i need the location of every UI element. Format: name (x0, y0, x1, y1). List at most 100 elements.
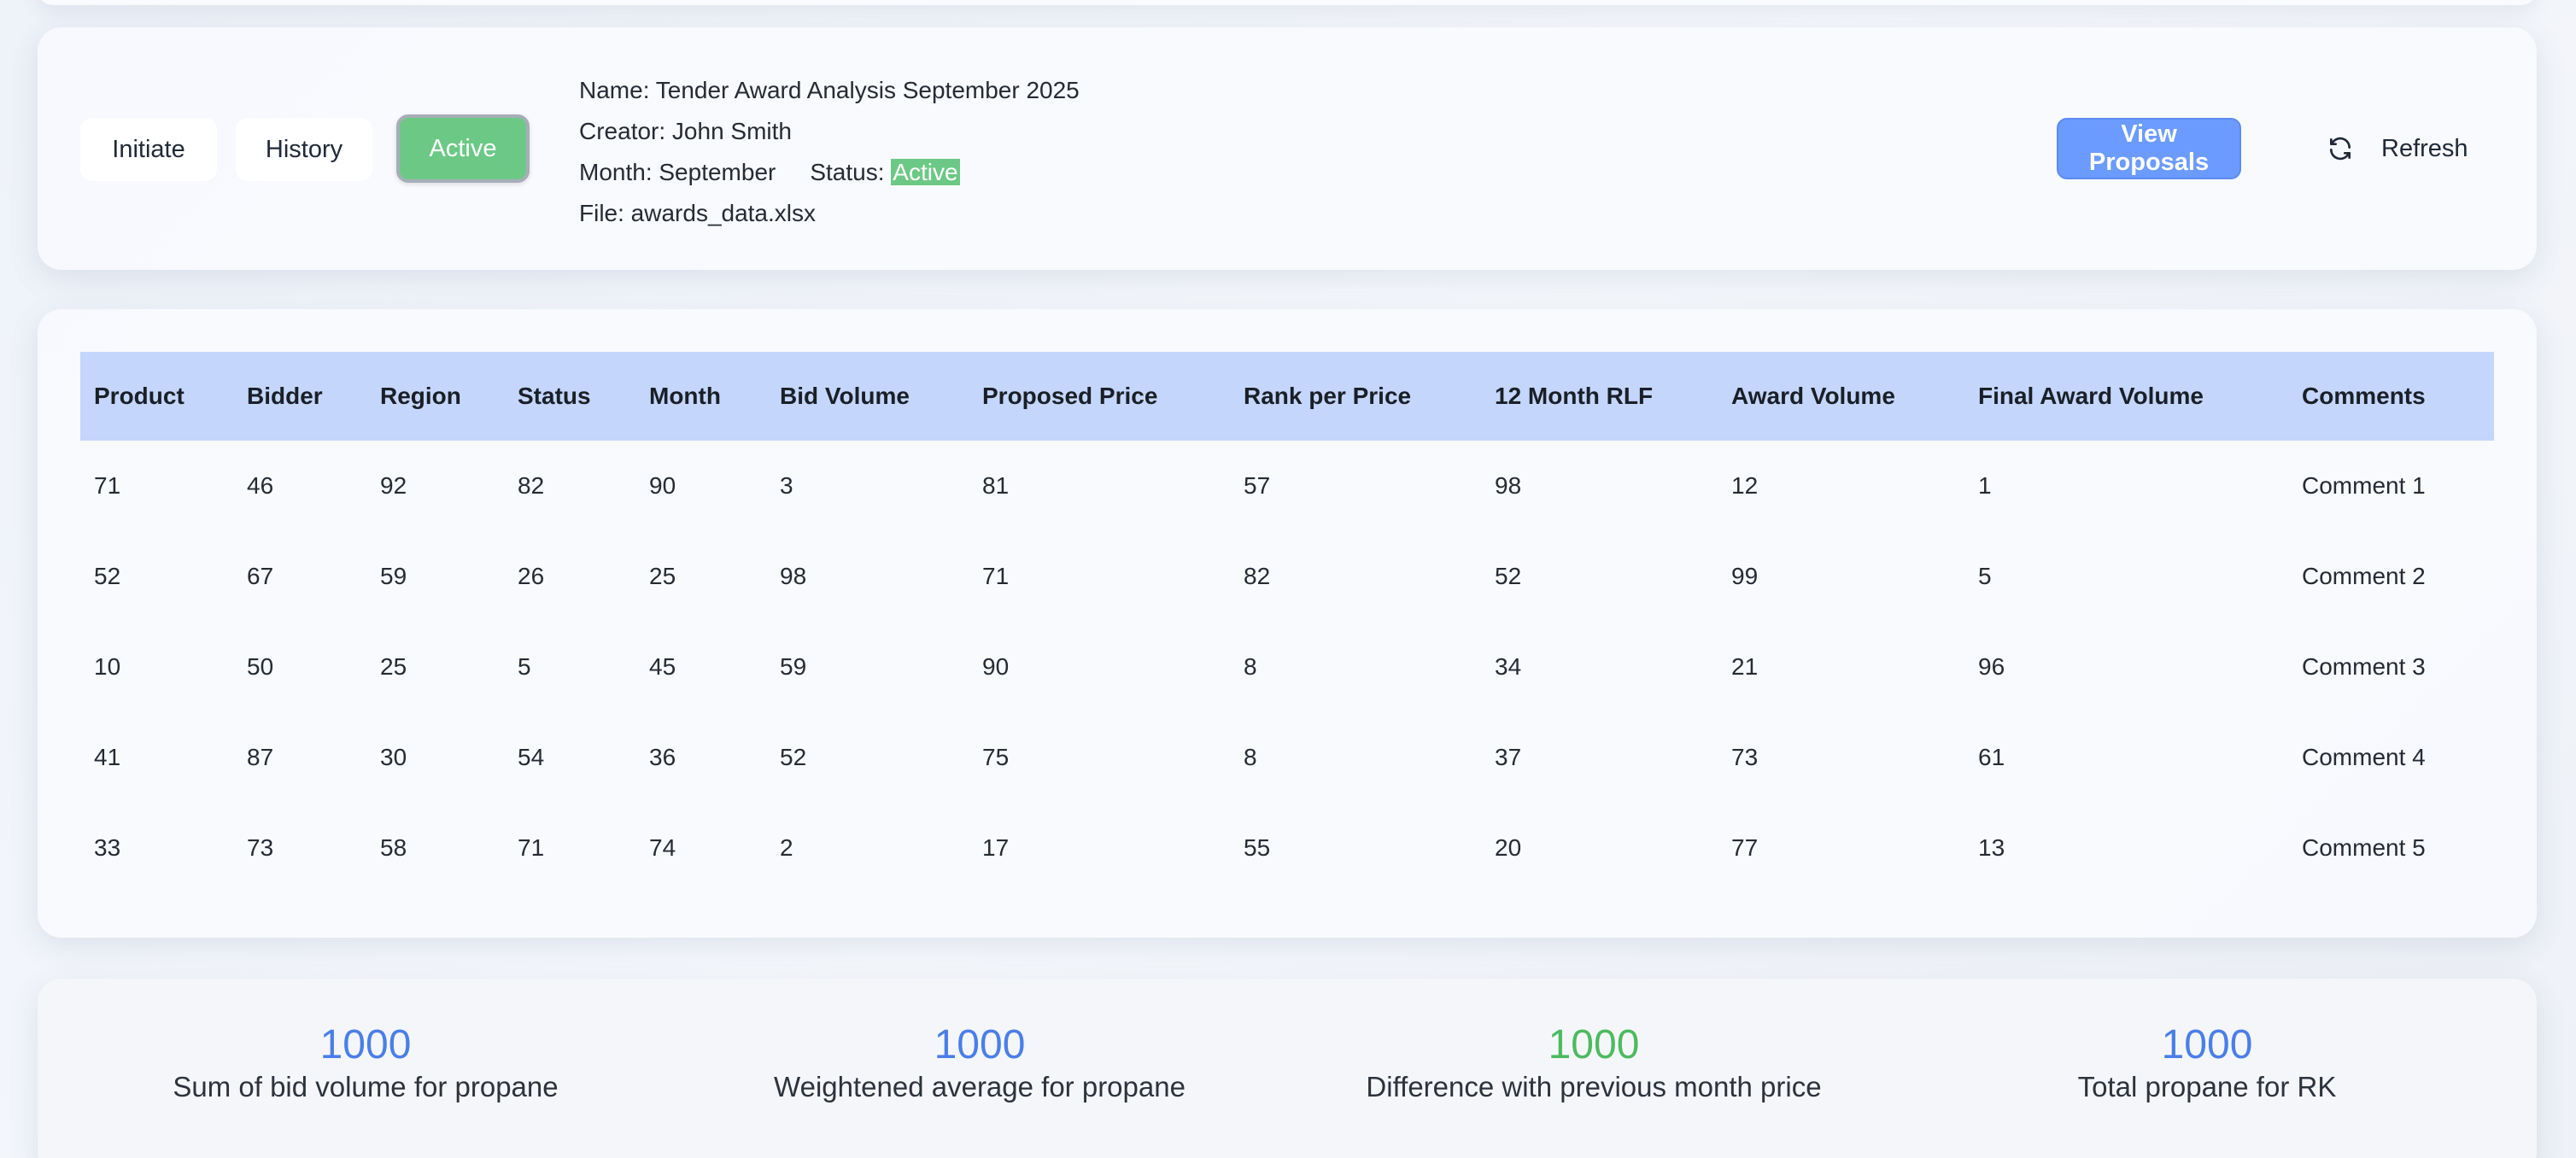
table-cell: 12 (1731, 472, 1759, 499)
table-cell: 46 (247, 472, 274, 499)
table-cell: Comment 1 (2302, 472, 2426, 499)
column-header[interactable]: Proposed Price (969, 352, 1230, 441)
table-cell: 99 (1731, 563, 1759, 589)
table-cell: 5 (518, 653, 531, 680)
table-cell: 25 (380, 653, 407, 680)
table-cell: 17 (982, 834, 1010, 861)
table-cell: 67 (247, 563, 274, 589)
column-header[interactable]: 12 Month RLF (1481, 352, 1718, 441)
analysis-creator: Creator: John Smith (579, 118, 792, 144)
table-cell: 59 (380, 563, 407, 589)
table-cell: 90 (649, 472, 676, 499)
column-header[interactable]: Month (635, 352, 766, 441)
stat-label: Weightened average for propane (774, 1071, 1186, 1102)
stat-label: Sum of bid volume for propane (173, 1071, 559, 1102)
table-cell: 34 (1495, 653, 1522, 680)
table-cell: 25 (649, 563, 676, 589)
tab-active[interactable]: Active (396, 114, 530, 183)
table-row[interactable]: 52 67 59 26 25 98 71 82 52 99 5 Comment … (80, 531, 2494, 622)
stat-total-propane-rk: 1000 Total propane for RK (1951, 1021, 2463, 1103)
table-cell: 10 (94, 653, 121, 680)
table-header-row: Product Bidder Region Status Month Bid V… (80, 352, 2494, 441)
stat-price-difference: 1000 Difference with previous month pric… (1338, 1021, 1850, 1103)
table-cell: 50 (247, 653, 274, 680)
table-cell: 13 (1978, 834, 2005, 861)
previous-card-edge (38, 0, 2537, 5)
status-badge: Active (891, 159, 960, 185)
table-cell: 71 (94, 472, 121, 499)
table-cell: 92 (380, 472, 407, 499)
table-cell: Comment 4 (2302, 744, 2426, 770)
refresh-icon (2330, 137, 2351, 161)
table-cell: 52 (780, 744, 807, 770)
table-cell: 21 (1731, 653, 1759, 680)
table-cell: 90 (982, 653, 1010, 680)
analysis-name: Name: Tender Award Analysis September 20… (579, 77, 1080, 103)
table-row[interactable]: 41 87 30 54 36 52 75 8 37 73 61 Comment … (80, 712, 2494, 803)
table-cell: Comment 5 (2302, 834, 2426, 861)
table-cell: 41 (94, 744, 121, 770)
table-cell: 87 (247, 744, 274, 770)
table-cell: 8 (1244, 653, 1257, 680)
summary-stats-card: 1000 Sum of bid volume for propane 1000 … (38, 979, 2537, 1158)
column-header[interactable]: Product (80, 352, 233, 441)
table-cell: Comment 3 (2302, 653, 2426, 680)
table-cell: 45 (649, 653, 676, 680)
table-cell: 1 (1978, 472, 1992, 499)
column-header[interactable]: Bid Volume (766, 352, 969, 441)
table-row[interactable]: 71 46 92 82 90 3 81 57 98 12 1 Comment 1 (80, 441, 2494, 531)
table-cell: 37 (1495, 744, 1522, 770)
column-header[interactable]: Region (366, 352, 504, 441)
stat-sum-bid-volume: 1000 Sum of bid volume for propane (109, 1021, 622, 1103)
stat-value: 1000 (1548, 1022, 1640, 1067)
refresh-button[interactable]: Refresh (2327, 118, 2523, 179)
stat-value: 1000 (934, 1022, 1026, 1067)
column-header[interactable]: Award Volume (1718, 352, 1964, 441)
column-header[interactable]: Status (504, 352, 635, 441)
analysis-header-card: Initiate History Active Name: Tender Awa… (38, 27, 2537, 270)
analysis-month: Month: September (579, 159, 776, 185)
table-cell: 71 (518, 834, 545, 861)
stat-weighted-average: 1000 Weightened average for propane (723, 1021, 1236, 1103)
table-cell: 74 (649, 834, 676, 861)
awards-table-card: Product Bidder Region Status Month Bid V… (38, 309, 2537, 938)
table-cell: 55 (1244, 834, 1271, 861)
column-header[interactable]: Final Award Volume (1964, 352, 2288, 441)
view-proposals-button[interactable]: View Proposals (2057, 118, 2241, 179)
table-row[interactable]: 33 73 58 71 74 2 17 55 20 77 13 Comment … (80, 803, 2494, 893)
table-cell: 8 (1244, 744, 1257, 770)
awards-table: Product Bidder Region Status Month Bid V… (80, 352, 2494, 893)
analysis-month-status: Month: September Status: Active (579, 152, 1080, 193)
column-header[interactable]: Bidder (233, 352, 366, 441)
tab-initiate[interactable]: Initiate (80, 118, 217, 181)
table-cell: 82 (518, 472, 545, 499)
table-cell: 54 (518, 744, 545, 770)
table-cell: 52 (1495, 563, 1522, 589)
table-row[interactable]: 10 50 25 5 45 59 90 8 34 21 96 Comment 3 (80, 622, 2494, 712)
stat-value: 1000 (319, 1022, 412, 1067)
table-cell: 81 (982, 472, 1010, 499)
tab-history[interactable]: History (236, 118, 372, 181)
table-cell: 71 (982, 563, 1010, 589)
table-cell: 2 (780, 834, 793, 861)
table-cell: 59 (780, 653, 807, 680)
status-label: Status: (810, 159, 885, 185)
table-cell: 61 (1978, 744, 2005, 770)
table-cell: 75 (982, 744, 1010, 770)
table-cell: 26 (518, 563, 545, 589)
analysis-metadata: Name: Tender Award Analysis September 20… (579, 70, 1080, 234)
table-cell: 36 (649, 744, 676, 770)
column-header[interactable]: Comments (2288, 352, 2494, 441)
table-cell: 57 (1244, 472, 1271, 499)
table-cell: 20 (1495, 834, 1522, 861)
table-cell: 77 (1731, 834, 1759, 861)
stat-label: Total propane for RK (2077, 1071, 2337, 1102)
table-cell: 5 (1978, 563, 1992, 589)
table-cell: Comment 2 (2302, 563, 2426, 589)
table-cell: 98 (780, 563, 807, 589)
table-cell: 33 (94, 834, 121, 861)
column-header[interactable]: Rank per Price (1230, 352, 1481, 441)
table-cell: 30 (380, 744, 407, 770)
table-cell: 73 (1731, 744, 1759, 770)
table-cell: 96 (1978, 653, 2005, 680)
